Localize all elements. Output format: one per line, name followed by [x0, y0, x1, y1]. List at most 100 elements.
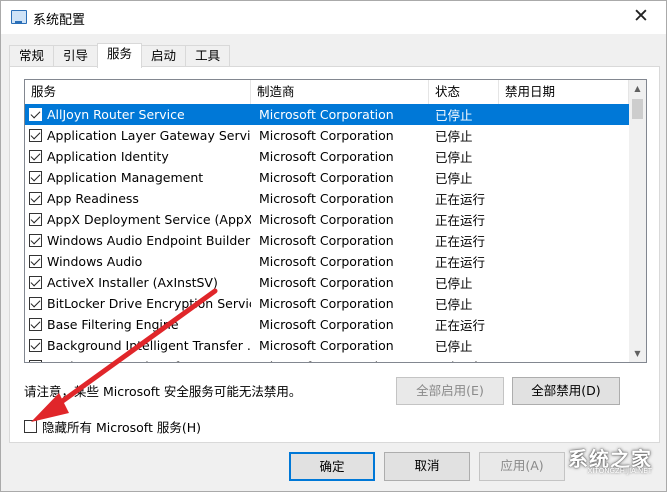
service-name-cell: ActiveX Installer (AxInstSV) [25, 275, 251, 290]
service-vendor: Microsoft Corporation [259, 317, 394, 332]
msconfig-app-icon [11, 10, 27, 24]
service-vendor: Microsoft Corporation [259, 107, 394, 122]
service-status: 正在运行 [435, 213, 486, 228]
service-name: Windows Audio Endpoint Builder [47, 233, 251, 248]
service-name-cell: Application Management [25, 170, 251, 185]
service-name: Application Layer Gateway Service [47, 128, 251, 143]
service-status: 已停止 [435, 108, 473, 123]
tab-2[interactable]: 服务 [97, 43, 143, 68]
service-name-cell: Application Layer Gateway Service [25, 128, 251, 143]
services-list[interactable]: 服务 制造商 状态 禁用日期 AllJoyn Router Service Mic… [24, 79, 647, 363]
service-status: 正在运行 [435, 318, 486, 333]
service-row[interactable]: Background Intelligent Transfer ... Micro… [25, 335, 629, 356]
hide-microsoft-services-label: 隐藏所有 Microsoft 服务(H) [42, 420, 201, 435]
service-checkbox[interactable] [29, 234, 42, 247]
service-row[interactable]: AllJoyn Router Service Microsoft Corporat… [25, 104, 629, 125]
service-vendor: Microsoft Corporation [259, 191, 394, 206]
service-checkbox[interactable] [29, 150, 42, 163]
service-row[interactable]: Application Identity Microsoft Corporatio… [25, 146, 629, 167]
tab-1[interactable]: 引导 [53, 45, 99, 67]
service-name: Background Tasks Infrastructure... [47, 359, 251, 362]
service-status: 已停止 [435, 171, 473, 186]
scroll-up-icon[interactable]: ▲ [629, 80, 646, 97]
service-name-cell: Base Filtering Engine [25, 317, 251, 332]
service-row[interactable]: App Readiness Microsoft Corporation 正在运行 [25, 188, 629, 209]
service-name-cell: Windows Audio [25, 254, 251, 269]
service-name: App Readiness [47, 191, 139, 206]
tab-4[interactable]: 工具 [185, 45, 231, 67]
services-list-header: 服务 制造商 状态 禁用日期 [25, 80, 629, 104]
security-services-note: 请注意，某些 Microsoft 安全服务可能无法禁用。 [24, 384, 302, 399]
service-row[interactable]: Background Tasks Infrastructure...Micros… [25, 356, 629, 362]
service-status: 正在运行 [429, 357, 499, 362]
column-header-disabled-date[interactable]: 禁用日期 [499, 80, 629, 104]
service-checkbox[interactable] [29, 360, 42, 362]
service-status: 已停止 [435, 339, 473, 354]
service-name: AllJoyn Router Service [47, 107, 185, 122]
service-name-cell: AllJoyn Router Service [25, 107, 251, 122]
service-status: 正在运行 [435, 255, 486, 270]
service-name-cell: Background Tasks Infrastructure... [25, 359, 251, 362]
tab-3[interactable]: 启动 [141, 45, 187, 67]
service-status: 已停止 [435, 129, 473, 144]
ok-button[interactable]: 确定 [289, 452, 375, 481]
service-status: 已停止 [435, 276, 473, 291]
cancel-button[interactable]: 取消 [384, 452, 470, 481]
service-vendor: Microsoft Corporation [259, 128, 394, 143]
service-checkbox[interactable] [29, 339, 42, 352]
service-vendor: Microsoft Corporation [259, 233, 394, 248]
service-name: Windows Audio [47, 254, 143, 269]
disable-all-button[interactable]: 全部禁用(D) [512, 377, 620, 405]
column-header-status[interactable]: 状态 [429, 80, 499, 104]
service-row[interactable]: Windows Audio Endpoint Builder Microsoft … [25, 230, 629, 251]
hide-microsoft-services-box[interactable] [24, 420, 37, 433]
service-row[interactable]: Application Management Microsoft Corporat… [25, 167, 629, 188]
service-vendor: Microsoft Corporation [259, 275, 394, 290]
tab-strip: 常规 引导 服务 启动 工具 [9, 43, 231, 68]
service-checkbox[interactable] [29, 297, 42, 310]
service-name: BitLocker Drive Encryption Service [47, 296, 251, 311]
service-row[interactable]: BitLocker Drive Encryption Service Micros… [25, 293, 629, 314]
service-status: 正在运行 [435, 192, 486, 207]
tab-0[interactable]: 常规 [9, 45, 55, 67]
service-row[interactable]: Windows Audio Microsoft Corporation 正在运行 [25, 251, 629, 272]
service-checkbox[interactable] [29, 108, 42, 121]
service-checkbox[interactable] [29, 213, 42, 226]
service-name: Application Management [47, 170, 204, 185]
service-vendor: Microsoft Corporation [259, 254, 394, 269]
service-vendor: Microsoft Corporation [259, 170, 394, 185]
service-row[interactable]: Base Filtering Engine Microsoft Corporati… [25, 314, 629, 335]
title-bar[interactable]: 系统配置 ✕ [1, 1, 666, 34]
window-title: 系统配置 [33, 13, 86, 28]
service-row[interactable]: ActiveX Installer (AxInstSV) Microsoft Co… [25, 272, 629, 293]
service-checkbox[interactable] [29, 318, 42, 331]
enable-all-button[interactable]: 全部启用(E) [396, 377, 504, 405]
hide-microsoft-services-checkbox[interactable]: 隐藏所有 Microsoft 服务(H) [24, 417, 201, 436]
column-header-vendor[interactable]: 制造商 [251, 80, 429, 104]
column-header-service[interactable]: 服务 [25, 80, 251, 104]
vertical-scrollbar[interactable]: ▲ ▼ [629, 80, 646, 362]
scrollbar-thumb[interactable] [632, 99, 643, 119]
service-status: 正在运行 [435, 234, 486, 249]
service-checkbox[interactable] [29, 129, 42, 142]
close-icon[interactable]: ✕ [628, 5, 654, 29]
service-name: Base Filtering Engine [47, 317, 179, 332]
service-status: 已停止 [435, 297, 473, 312]
service-vendor: Microsoft Corporation [259, 338, 394, 353]
service-row[interactable]: Application Layer Gateway Service Microso… [25, 125, 629, 146]
service-checkbox[interactable] [29, 276, 42, 289]
service-checkbox[interactable] [29, 255, 42, 268]
watermark-logo: 系统之家 XITONGZHIJIA.NET [480, 443, 660, 483]
service-name: Application Identity [47, 149, 169, 164]
service-checkbox[interactable] [29, 171, 42, 184]
service-name-cell: AppX Deployment Service (AppX... [25, 212, 251, 227]
service-status: 已停止 [435, 150, 473, 165]
services-rows: AllJoyn Router Service Microsoft Corporat… [25, 104, 629, 362]
service-row[interactable]: AppX Deployment Service (AppX... Microsof… [25, 209, 629, 230]
scroll-down-icon[interactable]: ▼ [629, 345, 646, 362]
service-name-cell: BitLocker Drive Encryption Service [25, 296, 251, 311]
service-checkbox[interactable] [29, 192, 42, 205]
service-vendor: Microsoft Corporation [259, 212, 394, 227]
service-vendor: Microsoft Corporation [251, 359, 429, 362]
service-name-cell: Background Intelligent Transfer ... [25, 338, 251, 353]
